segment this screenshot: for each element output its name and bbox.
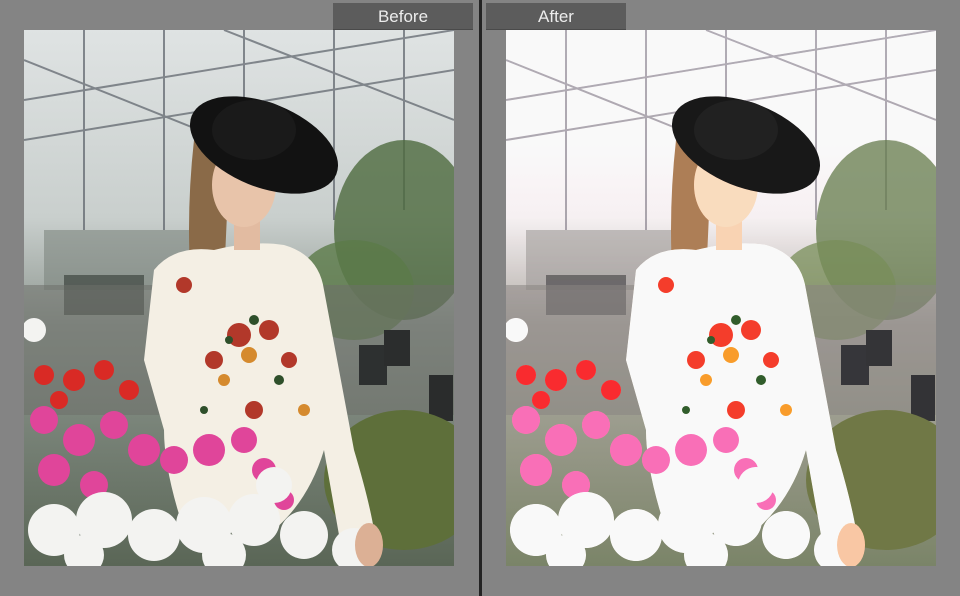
before-label: Before: [333, 3, 473, 30]
after-pane: After: [482, 0, 960, 596]
before-photo-image: [24, 30, 454, 566]
after-photo: [506, 30, 936, 566]
before-photo: [24, 30, 454, 566]
after-label: After: [486, 3, 626, 30]
after-photo-image: [506, 30, 936, 566]
before-pane: Before: [0, 0, 479, 596]
